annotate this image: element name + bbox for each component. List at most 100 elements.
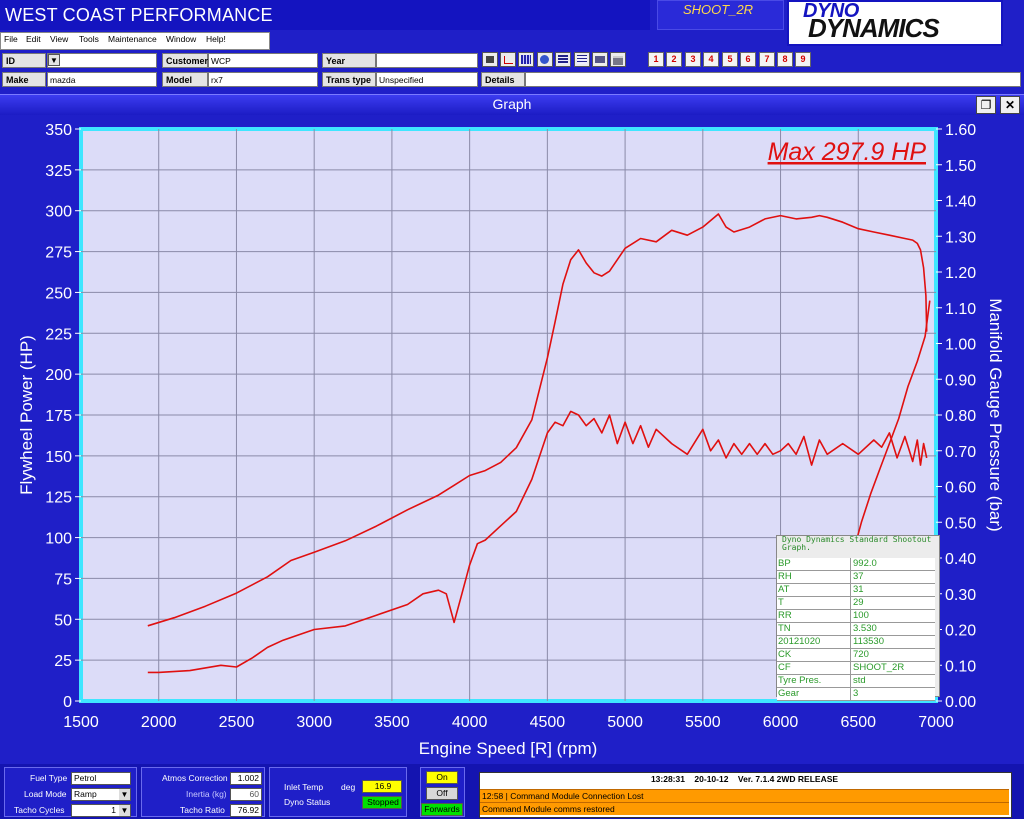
table-row: CK 720 (777, 649, 935, 662)
trans-type-field[interactable]: Unspecified (376, 72, 478, 87)
table-value: 3.530 (851, 623, 935, 635)
year-field[interactable] (376, 53, 478, 68)
x-tick-label: 5500 (685, 714, 721, 731)
load-mode-dropdown-icon[interactable]: ▼ (119, 789, 130, 800)
tacho-ratio-label: Tacho Ratio (180, 805, 225, 815)
atmos-correction-value: 1.002 (230, 772, 262, 785)
table-key: Gear (777, 688, 851, 700)
table-row: TN 3.530 (777, 623, 935, 636)
inlet-temp-value: 16.9 (362, 780, 402, 793)
make-field[interactable]: mazda (47, 72, 157, 87)
y-tick-label: 275 (45, 245, 72, 262)
run-button-3[interactable]: 3 (685, 52, 701, 67)
run-button-2[interactable]: 2 (666, 52, 682, 67)
status-version: Ver. 7.1.4 2WD RELEASE (737, 774, 839, 784)
y-tick-label: 100 (45, 531, 72, 548)
y-tick-label: 175 (45, 408, 72, 425)
table-row: Gear 3 (777, 688, 935, 701)
y-tick-label: 50 (54, 612, 72, 629)
table-row: BP 992.0 (777, 558, 935, 571)
y-tick-label: 75 (54, 571, 72, 588)
y2-tick-label: 1.20 (945, 265, 976, 282)
run-button-1[interactable]: 1 (648, 52, 664, 67)
menu-file[interactable]: File (4, 34, 18, 44)
restore-icon[interactable]: ❐ (976, 96, 996, 114)
run-button-4[interactable]: 4 (703, 52, 719, 67)
y2-tick-label: 0.00 (945, 694, 976, 711)
shoot-label: SHOOT_2R (683, 2, 754, 17)
x-tick-label: 4000 (452, 714, 488, 731)
y-tick-label: 0 (63, 694, 72, 711)
list-icon[interactable] (574, 52, 590, 67)
y2-axis-label: Manifold Gauge Pressure (bar) (986, 298, 1005, 531)
customer-field[interactable]: WCP (208, 53, 318, 68)
status-message: Command Module comms restored (480, 802, 1009, 815)
run-button-5[interactable]: 5 (722, 52, 738, 67)
on-button[interactable]: On (426, 771, 458, 784)
table-key: Tyre Pres. (777, 675, 851, 687)
table-key: RR (777, 610, 851, 622)
x-axis-label: Engine Speed [R] (rpm) (419, 739, 598, 758)
table-value: 992.0 (851, 558, 935, 570)
shootout-table-header: Dyno Dynamics Standard Shootout Graph. (782, 535, 932, 552)
y2-tick-label: 0.20 (945, 623, 976, 640)
y-tick-label: 25 (54, 653, 72, 670)
tacho-cycles-dropdown-icon[interactable]: ▼ (119, 805, 130, 816)
save-icon[interactable] (482, 52, 498, 67)
y2-tick-label: 0.40 (945, 551, 976, 568)
dyno-status-value: Stopped (362, 796, 402, 809)
y2-tick-label: 1.00 (945, 337, 976, 354)
x-tick-label: 4500 (530, 714, 566, 731)
x-tick-label: 1500 (63, 714, 99, 731)
y2-tick-label: 0.90 (945, 372, 976, 389)
app-title: WEST COAST PERFORMANCE (5, 5, 273, 25)
table-value: 37 (851, 571, 935, 583)
table-row: T 29 (777, 597, 935, 610)
x-tick-label: 6500 (840, 714, 876, 731)
y-axis-label: Flywheel Power (HP) (17, 335, 36, 495)
off-button[interactable]: Off (426, 787, 458, 800)
load-mode-label: Load Mode (24, 789, 67, 799)
x-tick-label: 7000 (918, 714, 954, 731)
y2-tick-label: 0.60 (945, 480, 976, 497)
close-icon[interactable]: ✕ (1000, 96, 1020, 114)
id-dropdown-icon[interactable]: ▼ (48, 54, 60, 66)
grid-icon[interactable] (518, 52, 534, 67)
y2-tick-label: 1.50 (945, 158, 976, 175)
table-row: RR 100 (777, 610, 935, 623)
details-field[interactable] (525, 72, 1021, 87)
menu-window[interactable]: Window (166, 34, 196, 44)
table-value: 31 (851, 584, 935, 596)
print-icon[interactable] (610, 52, 626, 67)
gauge-icon[interactable] (537, 52, 553, 67)
menu-edit[interactable]: Edit (26, 34, 41, 44)
menu-view[interactable]: View (50, 34, 68, 44)
report-icon[interactable] (592, 52, 608, 67)
model-field[interactable]: rx7 (208, 72, 318, 87)
table-icon[interactable] (555, 52, 571, 67)
dyno-status-label: Dyno Status (284, 797, 331, 807)
y2-tick-label: 0.70 (945, 444, 976, 461)
graph-window-title: Graph (492, 96, 532, 112)
run-button-8[interactable]: 8 (777, 52, 793, 67)
y-tick-label: 200 (45, 367, 72, 384)
menu-tools[interactable]: Tools (79, 34, 99, 44)
x-tick-label: 3000 (296, 714, 332, 731)
x-tick-label: 3500 (374, 714, 410, 731)
customer-label: Customer (162, 53, 208, 68)
menu-maintenance[interactable]: Maintenance (108, 34, 157, 44)
menu-help[interactable]: Help! (206, 34, 226, 44)
inlet-temp-unit: deg (341, 782, 356, 792)
fuel-type-field[interactable]: Petrol (71, 772, 131, 785)
y-tick-label: 225 (45, 326, 72, 343)
run-button-6[interactable]: 6 (740, 52, 756, 67)
x-tick-label: 6000 (763, 714, 799, 731)
run-button-9[interactable]: 9 (795, 52, 811, 67)
run-button-7[interactable]: 7 (759, 52, 775, 67)
y-tick-label: 250 (45, 285, 72, 302)
forwards-button[interactable]: Forwards (421, 803, 463, 816)
x-tick-label: 2500 (219, 714, 255, 731)
graph-icon[interactable] (500, 52, 516, 67)
status-header: 13:28:31 20-10-12 Ver. 7.1.4 2WD RELEASE (480, 773, 1009, 786)
id-field[interactable] (47, 53, 157, 68)
